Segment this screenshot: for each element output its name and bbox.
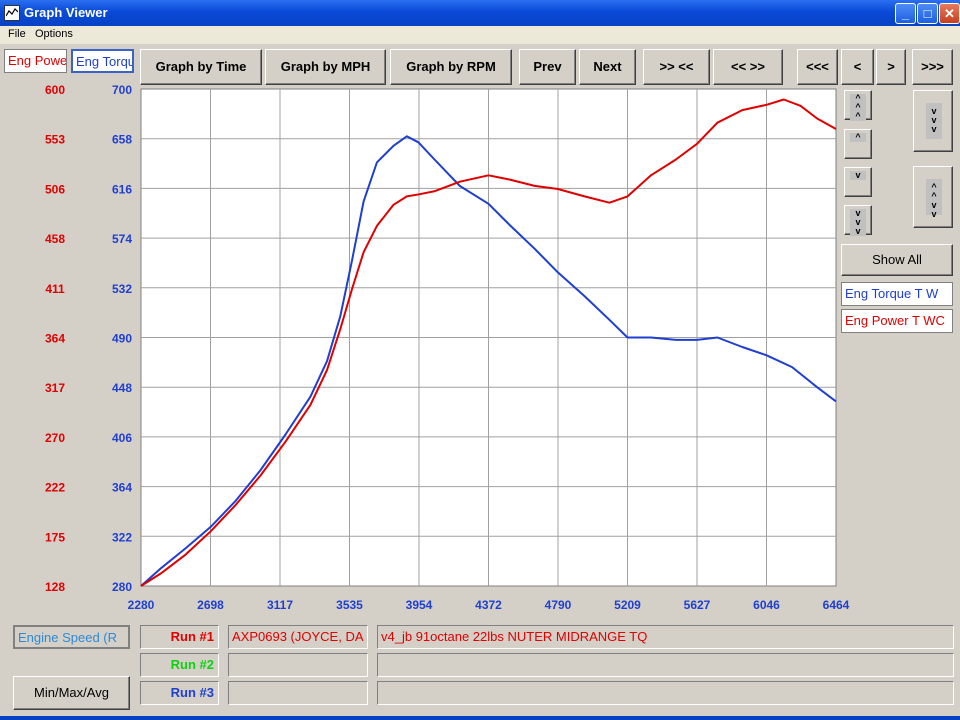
run-3-file[interactable]	[228, 681, 368, 705]
run-2-file[interactable]	[228, 653, 368, 677]
title-bar[interactable]: Graph Viewer _ □ ✕	[0, 0, 960, 26]
window-bottom-border	[0, 716, 960, 720]
minimize-button[interactable]: _	[895, 3, 916, 24]
torque-axis-tab[interactable]: Eng Torque	[71, 49, 134, 73]
chart[interactable]: 600 553 506 458 411 364 317 270 222 175 128 700 658…	[0, 76, 960, 621]
left-axis-tick-label: 553	[45, 133, 65, 147]
power-axis-tab[interactable]: Eng Power	[4, 49, 67, 73]
left-axis-tick-label: 222	[45, 481, 65, 495]
run-3-label: Run #3	[140, 681, 219, 705]
left-axis-ticks: 600 553 506 458 411 364 317 270 222 175 128	[45, 83, 65, 594]
left-axis-tick-label: 458	[45, 232, 65, 246]
right-axis-tick-label: 574	[112, 232, 132, 246]
right-axis-tick-label: 364	[112, 481, 132, 495]
x-axis-tick-label: 4790	[545, 598, 572, 612]
right-axis-tick-label: 322	[112, 530, 132, 544]
left-axis-tick-label: 175	[45, 530, 65, 544]
right-axis-ticks: 700 658 616 574 532 490 448 406 364 322 280	[112, 83, 132, 594]
x-axis-tick-label: 6046	[753, 598, 780, 612]
x-axis-tick-label: 3117	[267, 598, 293, 612]
left-axis-tick-label: 411	[45, 282, 65, 296]
left-axis-tick-label: 128	[45, 580, 65, 594]
close-button[interactable]: ✕	[939, 3, 960, 24]
right-axis-tick-label: 490	[112, 332, 132, 346]
left-axis-tick-label: 506	[45, 182, 65, 196]
run-1-label: Run #1	[140, 625, 219, 649]
x-axis-tick-label: 2280	[128, 598, 155, 612]
window-title: Graph Viewer	[24, 5, 108, 20]
menu-file[interactable]: File	[8, 28, 26, 40]
right-axis-tick-label: 658	[112, 133, 132, 147]
right-axis-tick-label: 700	[112, 83, 132, 97]
x-axis-tick-label: 6464	[823, 598, 850, 612]
run-1-description[interactable]: v4_jb 91octane 22lbs NUTER MIDRANGE TQ	[377, 625, 954, 649]
x-axis-tick-label: 5627	[684, 598, 711, 612]
run-2-description[interactable]	[377, 653, 954, 677]
graph-viewer-window: Graph Viewer _ □ ✕ File Options Eng Powe…	[0, 0, 960, 720]
x-axis-tick-label: 2698	[197, 598, 224, 612]
right-axis-tick-label: 616	[112, 182, 132, 196]
maximize-button[interactable]: □	[917, 3, 938, 24]
x-axis-ticks: 2280 2698 3117 3535 3954 4372 4790 5209 5627 6046…	[128, 598, 850, 612]
right-axis-tick-label: 406	[112, 431, 132, 445]
x-axis-name[interactable]: Engine Speed (R	[13, 625, 130, 649]
right-axis-tick-label: 532	[112, 282, 132, 296]
menu-options[interactable]: Options	[35, 28, 73, 40]
left-axis-tick-label: 270	[45, 431, 65, 445]
right-axis-tick-label: 280	[112, 580, 132, 594]
app-icon	[4, 5, 20, 21]
x-axis-tick-label: 4372	[475, 598, 502, 612]
run-3-description[interactable]	[377, 681, 954, 705]
x-axis-tick-label: 3535	[336, 598, 363, 612]
menu-bar: File Options	[0, 26, 960, 44]
x-axis-tick-label: 3954	[406, 598, 433, 612]
right-axis-tick-label: 448	[112, 381, 132, 395]
left-axis-tick-label: 364	[45, 332, 65, 346]
left-axis-tick-label: 317	[45, 381, 65, 395]
run-1-file[interactable]: AXP0693 (JOYCE, DA	[228, 625, 368, 649]
left-axis-tick-label: 600	[45, 83, 65, 97]
run-2-label: Run #2	[140, 653, 219, 677]
x-axis-tick-label: 5209	[614, 598, 641, 612]
min-max-avg-button[interactable]: Min/Max/Avg	[13, 676, 130, 710]
